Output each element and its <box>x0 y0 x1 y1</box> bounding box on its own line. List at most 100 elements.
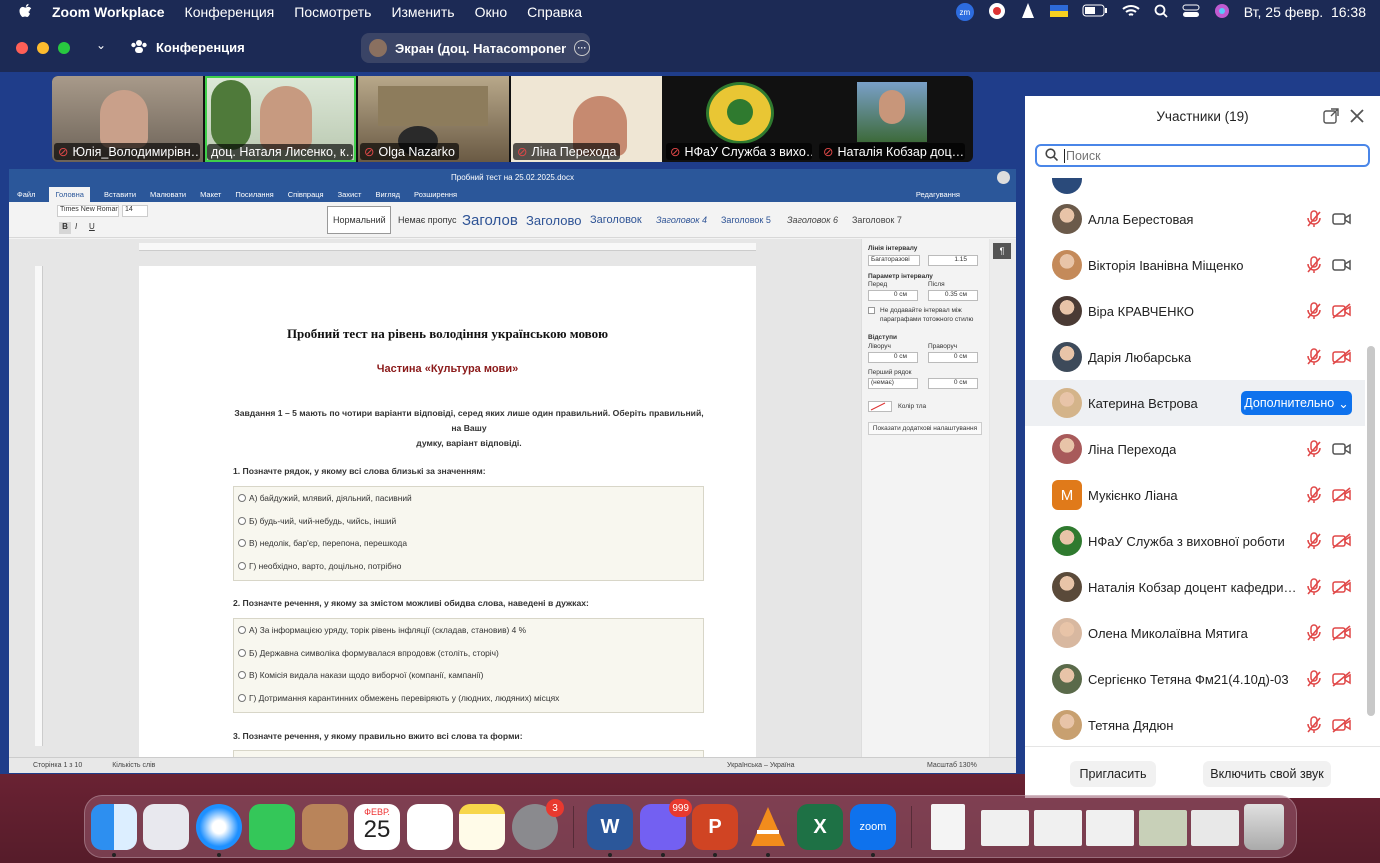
first-line-value-input[interactable]: 0 см <box>928 378 978 389</box>
siri-icon[interactable] <box>1214 3 1230 22</box>
muted-mic-icon[interactable] <box>1306 670 1322 688</box>
tab-references[interactable]: Посилання <box>235 190 273 199</box>
powerpoint-icon[interactable]: P <box>692 804 738 850</box>
video-camera-icon[interactable] <box>1332 257 1352 273</box>
calendar-icon[interactable]: ФЕВР. 25 <box>354 804 400 850</box>
video-tile[interactable]: ⊘ НФаУ Служба з вихо… <box>664 76 815 162</box>
finder-icon[interactable] <box>91 804 137 850</box>
word-icon[interactable]: W <box>587 804 633 850</box>
radio-button[interactable] <box>238 494 246 503</box>
style-normal[interactable]: Нормальний <box>327 206 391 234</box>
menu-edit[interactable]: Изменить <box>381 4 464 20</box>
style-heading-3[interactable]: Заголовок <box>585 206 649 234</box>
video-off-icon[interactable] <box>1332 579 1352 595</box>
contacts-icon[interactable] <box>302 804 348 850</box>
close-icon[interactable] <box>1349 108 1365 129</box>
muted-mic-icon[interactable] <box>1306 624 1322 642</box>
answer-option[interactable]: Б) будь-чий, чий-небудь, чийсь, інший <box>234 510 703 533</box>
minimize-window-button[interactable] <box>37 42 49 54</box>
menu-view[interactable]: Посмотреть <box>284 4 381 20</box>
participant-row[interactable]: M Мукієнко Ліана <box>1025 472 1365 518</box>
muted-mic-icon[interactable] <box>1306 256 1322 274</box>
participant-row[interactable]: Сергієнко Тетяна Фм21(4.10д)-03 <box>1025 656 1365 702</box>
minimized-window-thumbnail[interactable] <box>981 810 1029 846</box>
participant-row[interactable]: Віра КРАВЧЕНКО <box>1025 288 1365 334</box>
line-spacing-value[interactable]: 1.15 <box>928 255 978 266</box>
system-settings-icon[interactable]: 3 <box>512 799 564 850</box>
indent-left-input[interactable]: 0 см <box>868 352 918 363</box>
document-page[interactable]: Пробний тест на рівень володіння українс… <box>139 266 756 766</box>
muted-mic-icon[interactable] <box>1306 348 1322 366</box>
video-tile[interactable]: ⊘ Юлія_Володимирівн… <box>52 76 203 162</box>
participants-search[interactable]: Поиск <box>1035 144 1370 167</box>
tab-file[interactable]: Файл <box>17 190 35 199</box>
style-no-spacing[interactable]: Немає пропус <box>393 206 457 234</box>
tab-draw[interactable]: Малювати <box>150 190 186 199</box>
minimized-window-thumbnail[interactable] <box>1086 810 1134 846</box>
video-off-icon[interactable] <box>1332 671 1352 687</box>
answer-option[interactable]: А) байдужий, млявий, діяльний, пасивний <box>234 487 703 510</box>
safari-icon[interactable] <box>196 804 242 850</box>
video-off-icon[interactable] <box>1332 533 1352 549</box>
answer-option[interactable]: Б) Державна символіка формувалася впродо… <box>234 642 703 665</box>
menu-app-name[interactable]: Zoom Workplace <box>42 4 175 20</box>
pop-out-icon[interactable] <box>1323 108 1339 129</box>
style-heading-4[interactable]: Заголовок 4 <box>651 206 715 234</box>
video-off-icon[interactable] <box>1332 487 1352 503</box>
style-heading-1[interactable]: Заголов <box>457 206 521 234</box>
radio-button[interactable] <box>238 626 246 635</box>
messages-icon[interactable] <box>249 804 295 850</box>
search-input[interactable]: Поиск <box>1064 148 1101 163</box>
answer-option[interactable]: А) За інформацією уряду, торік рівень ін… <box>234 619 703 642</box>
tab-layout[interactable]: Макет <box>200 190 221 199</box>
chat-status-icon[interactable] <box>988 2 1006 23</box>
video-tile[interactable]: ⊘ Наталія Кобзар доц… <box>817 76 968 162</box>
control-center-icon[interactable] <box>1182 4 1200 21</box>
zoom-status-icon[interactable]: zm <box>955 3 974 21</box>
tab-view[interactable]: Вигляд <box>375 190 400 199</box>
menu-help[interactable]: Справка <box>517 4 592 20</box>
style-heading-7[interactable]: Заголовок 7 <box>847 206 911 234</box>
radio-button[interactable] <box>238 539 246 548</box>
menubar-clock[interactable]: Вт, 25 февр. 16:38 <box>1244 4 1366 20</box>
video-off-icon[interactable] <box>1332 717 1352 733</box>
underline-button[interactable]: U <box>89 222 95 231</box>
tab-insert[interactable]: Вставити <box>104 190 136 199</box>
first-line-type-select[interactable]: (немає) <box>868 378 918 389</box>
chevron-down-icon[interactable]: ⌄ <box>96 38 106 52</box>
status-page-count[interactable]: Сторінка 1 з 10 <box>33 762 82 769</box>
status-word-count[interactable]: Кількість слів <box>112 762 155 769</box>
radio-button[interactable] <box>238 648 246 657</box>
reminders-icon[interactable] <box>407 804 453 850</box>
trash-icon[interactable] <box>1244 804 1284 850</box>
viber-icon[interactable]: 999 <box>640 799 692 850</box>
radio-button[interactable] <box>238 561 246 570</box>
answer-option[interactable]: В) недолік, бар'єр, перепона, перешкода <box>234 532 703 555</box>
video-off-icon[interactable] <box>1332 625 1352 641</box>
user-avatar[interactable] <box>997 171 1010 184</box>
muted-mic-icon[interactable] <box>1306 210 1322 228</box>
style-heading-2[interactable]: Заголово <box>521 206 585 234</box>
apple-menu-icon[interactable] <box>0 3 42 22</box>
battery-icon[interactable] <box>1082 4 1108 20</box>
bold-button[interactable]: B <box>59 222 71 234</box>
spacing-after-input[interactable]: 0.35 см <box>928 290 978 301</box>
participant-row[interactable]: Ліна Перехода <box>1025 426 1365 472</box>
status-zoom[interactable]: Масштаб 130% <box>927 762 977 769</box>
answer-option[interactable]: Г) необхідно, варто, доцільно, потрібно <box>234 555 703 578</box>
launchpad-icon[interactable] <box>143 804 189 850</box>
participant-row[interactable]: Катерина Вєтрова Дополнительно ⌄ <box>1025 380 1365 426</box>
ukraine-flag-icon[interactable] <box>1049 4 1068 20</box>
line-spacing-type-select[interactable]: Багаторазові <box>868 255 920 266</box>
answer-option[interactable]: В) Комісія видала накази щодо виборчої (… <box>234 664 703 687</box>
font-size-select[interactable]: 14 <box>122 205 148 217</box>
invite-button[interactable]: Пригласить <box>1070 761 1156 787</box>
participant-row[interactable]: НФаУ Служба з виховної роботи <box>1025 518 1365 564</box>
participant-row[interactable]: Тетяна Дядюн <box>1025 702 1365 746</box>
video-tile[interactable]: ⊘ Olga Nazarko <box>358 76 509 162</box>
participants-scrollbar[interactable] <box>1367 346 1375 716</box>
minimized-window-thumbnail[interactable] <box>1191 810 1239 846</box>
more-settings-button[interactable]: Показати додаткові налаштування <box>868 422 982 435</box>
indent-right-input[interactable]: 0 см <box>928 352 978 363</box>
video-camera-icon[interactable] <box>1332 441 1352 457</box>
